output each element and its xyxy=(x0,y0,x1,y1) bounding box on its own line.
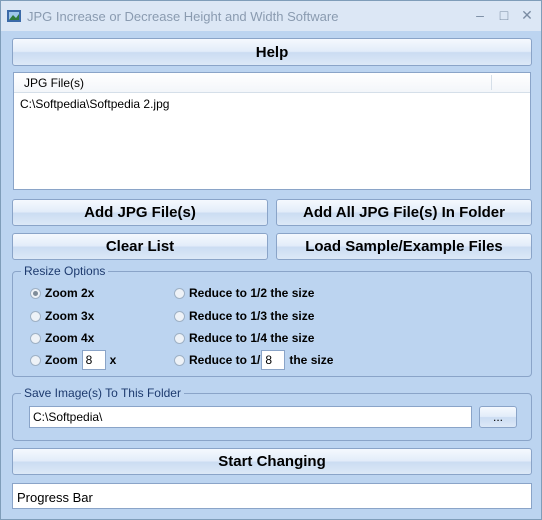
radio-icon xyxy=(174,310,185,322)
browse-button[interactable]: ... xyxy=(479,406,517,428)
zoom-custom-radio[interactable]: Zoom 8 x xyxy=(30,350,116,370)
reduce-third-label: Reduce to 1/3 the size xyxy=(189,309,315,323)
reduce-factor-input[interactable]: 8 xyxy=(261,350,286,370)
app-window: JPG Increase or Decrease Height and Widt… xyxy=(0,0,542,520)
resize-options-group: Resize Options Zoom 2x Zoom 3x Zoom 4x Z… xyxy=(12,264,532,377)
reduce-quarter-label: Reduce to 1/4 the size xyxy=(189,331,315,345)
column-separator xyxy=(491,75,492,90)
radio-icon xyxy=(30,310,41,322)
reduce-quarter-radio[interactable]: Reduce to 1/4 the size xyxy=(174,331,314,345)
reduce-custom-label: Reduce to 1/ xyxy=(189,353,261,367)
save-folder-title: Save Image(s) To This Folder xyxy=(21,386,184,400)
zoom-2x-label: Zoom 2x xyxy=(45,286,95,300)
add-jpg-files-button[interactable]: Add JPG File(s) xyxy=(12,199,268,226)
resize-options-title: Resize Options xyxy=(21,264,109,278)
load-sample-button[interactable]: Load Sample/Example Files xyxy=(276,233,532,260)
clear-list-button[interactable]: Clear List xyxy=(12,233,268,260)
client-area: Help JPG File(s) C:\Softpedia\Softpedia … xyxy=(2,31,540,519)
zoom-2x-radio[interactable]: Zoom 2x xyxy=(30,286,94,300)
start-changing-button[interactable]: Start Changing xyxy=(12,448,532,475)
radio-icon xyxy=(174,332,185,344)
column-header-jpg-files[interactable]: JPG File(s) xyxy=(24,76,84,90)
output-folder-input[interactable]: C:\Softpedia\ xyxy=(29,406,472,428)
reduce-half-radio[interactable]: Reduce to 1/2 the size xyxy=(174,286,314,300)
zoom-factor-input[interactable]: 8 xyxy=(81,350,106,370)
zoom-4x-radio[interactable]: Zoom 4x xyxy=(30,331,94,345)
zoom-custom-label: Zoom xyxy=(45,353,78,367)
help-button[interactable]: Help xyxy=(12,38,532,66)
radio-icon xyxy=(174,287,185,299)
file-list[interactable]: JPG File(s) C:\Softpedia\Softpedia 2.jpg xyxy=(13,72,531,190)
reduce-custom-radio[interactable]: Reduce to 1/ 8 the size xyxy=(174,350,333,370)
zoom-3x-radio[interactable]: Zoom 3x xyxy=(30,309,94,323)
list-item[interactable]: C:\Softpedia\Softpedia 2.jpg xyxy=(20,97,169,111)
radio-icon xyxy=(30,354,41,366)
window-title: JPG Increase or Decrease Height and Widt… xyxy=(27,9,339,24)
radio-selected-icon xyxy=(30,287,41,299)
reduce-custom-suffix: the size xyxy=(289,353,334,367)
reduce-third-radio[interactable]: Reduce to 1/3 the size xyxy=(174,309,314,323)
title-bar: JPG Increase or Decrease Height and Widt… xyxy=(1,1,541,31)
reduce-half-label: Reduce to 1/2 the size xyxy=(189,286,315,300)
zoom-custom-suffix: x xyxy=(109,353,117,367)
close-icon[interactable]: ✕ xyxy=(516,5,538,25)
save-folder-group: Save Image(s) To This Folder C:\Softpedi… xyxy=(12,386,532,441)
radio-icon xyxy=(174,354,185,366)
zoom-3x-label: Zoom 3x xyxy=(45,309,95,323)
zoom-4x-label: Zoom 4x xyxy=(45,331,95,345)
app-icon xyxy=(7,10,21,22)
list-header[interactable]: JPG File(s) xyxy=(14,73,530,93)
add-folder-button[interactable]: Add All JPG File(s) In Folder xyxy=(276,199,532,226)
radio-icon xyxy=(30,332,41,344)
progress-bar: Progress Bar xyxy=(12,483,532,509)
maximize-icon[interactable]: □ xyxy=(493,5,515,25)
minimize-icon[interactable]: – xyxy=(469,5,491,25)
